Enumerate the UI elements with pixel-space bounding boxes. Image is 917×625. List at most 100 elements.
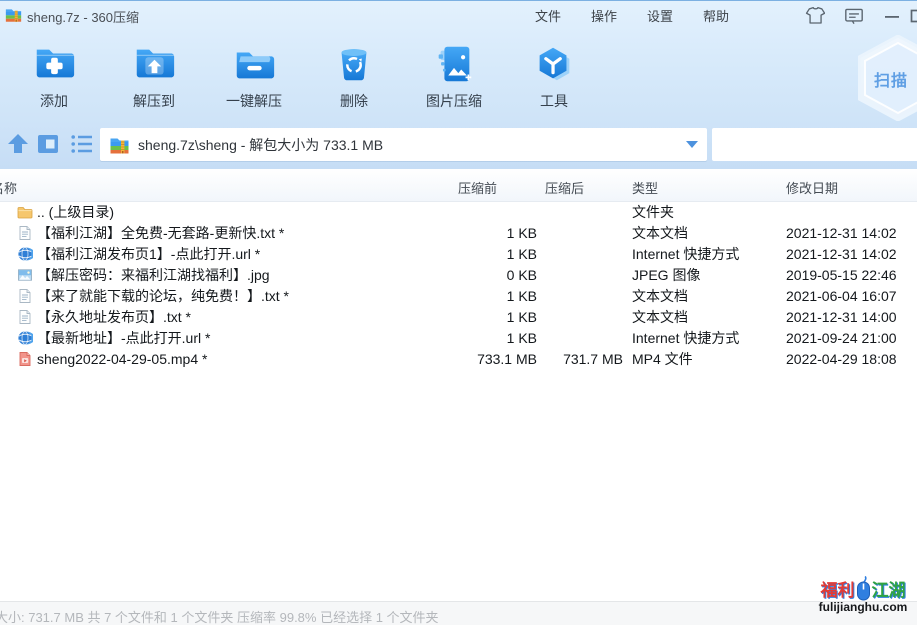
txt-file-icon: [17, 225, 33, 241]
file-type: 文本文档: [632, 307, 688, 328]
file-name[interactable]: 【来了就能下载的论坛，纯免费！】.txt *: [37, 286, 289, 307]
folder-file-icon: [17, 204, 33, 220]
file-name[interactable]: 【永久地址发布页】.txt *: [37, 307, 191, 328]
file-type: MP4 文件: [632, 349, 693, 370]
size-before: 1 KB: [420, 223, 537, 244]
table-row[interactable]: 【来了就能下载的论坛，纯免费！】.txt * 1 KB 文本文档 2021-06…: [0, 286, 917, 307]
add-button[interactable]: 添加: [4, 31, 104, 117]
window-chrome: sheng.7z - 360压缩 文件 操作 设置 帮助: [0, 1, 917, 169]
image-compress-icon: [431, 41, 477, 87]
toolbar-label: 图片压缩: [426, 91, 482, 111]
url-file-icon: [17, 246, 33, 262]
table-row[interactable]: 【最新地址】-点此打开.url * 1 KB Internet 快捷方式 202…: [0, 328, 917, 349]
txt-file-icon: [17, 288, 33, 304]
status-text: 大小: 731.7 MB 共 7 个文件和 1 个文件夹 压缩率 99.8% 已…: [0, 607, 439, 625]
file-date: 2022-04-29 18:08: [786, 349, 897, 370]
file-list: .. (上级目录) 文件夹 【福利江湖】全免费-无套路-更新快.txt * 1 …: [0, 202, 917, 601]
watermark-text-left: 福利: [821, 576, 855, 601]
mouse-icon: [856, 576, 871, 601]
column-header-type[interactable]: 类型: [632, 178, 658, 197]
table-row[interactable]: 【福利江湖发布页1】-点此打开.url * 1 KB Internet 快捷方式…: [0, 244, 917, 265]
extract-to-button[interactable]: 解压到: [104, 31, 204, 117]
file-type: 文本文档: [632, 286, 688, 307]
menu-actions[interactable]: 操作: [576, 6, 632, 25]
table-row[interactable]: 【解压密码：来福利江湖找福利】.jpg 0 KB JPEG 图像 2019-05…: [0, 265, 917, 286]
delete-trash-icon: [331, 41, 377, 87]
tools-button[interactable]: 工具: [504, 31, 604, 117]
file-date: 2021-06-04 16:07: [786, 286, 897, 307]
address-bar[interactable]: sheng.7z\sheng - 解包大小为 733.1 MB: [100, 128, 707, 161]
watermark-text-right: 江湖: [872, 576, 906, 601]
file-date: 2021-12-31 14:02: [786, 244, 897, 265]
extract-to-icon: [131, 41, 177, 87]
table-row[interactable]: 【永久地址发布页】.txt * 1 KB 文本文档 2021-12-31 14:…: [0, 307, 917, 328]
toolbar-label: 一键解压: [226, 91, 282, 111]
table-row[interactable]: .. (上级目录) 文件夹: [0, 202, 917, 223]
watermark-domain: fulijianghu.com: [813, 600, 913, 614]
file-type: 文件夹: [632, 202, 674, 223]
file-name[interactable]: 【最新地址】-点此打开.url *: [37, 328, 210, 349]
tools-icon: [531, 41, 577, 87]
toolbar-label: 工具: [540, 91, 568, 111]
toolbar-label: 解压到: [133, 91, 175, 111]
file-date: 2019-05-15 22:46: [786, 265, 897, 286]
toolbar-label: 删除: [340, 91, 368, 111]
minimize-icon[interactable]: [879, 6, 905, 26]
file-date: 2021-09-24 21:00: [786, 328, 897, 349]
column-header-size-before[interactable]: 压缩前: [458, 178, 497, 197]
size-after: 731.7 MB: [538, 349, 623, 370]
zip-archive-icon: [109, 135, 130, 155]
skin-tshirt-icon[interactable]: [801, 6, 827, 26]
file-name[interactable]: sheng2022-04-29-05.mp4 *: [37, 349, 207, 370]
file-name[interactable]: 【福利江湖】全免费-无套路-更新快.txt *: [37, 223, 284, 244]
scan-label: 扫描: [874, 67, 908, 91]
one-click-extract-icon: [231, 41, 277, 87]
size-before: 1 KB: [420, 328, 537, 349]
status-bar: 大小: 731.7 MB 共 7 个文件和 1 个文件夹 压缩率 99.8% 已…: [0, 601, 917, 625]
one-click-extract-button[interactable]: 一键解压: [204, 31, 304, 117]
table-row[interactable]: sheng2022-04-29-05.mp4 * 733.1 MB 731.7 …: [0, 349, 917, 370]
feedback-icon[interactable]: [841, 6, 867, 26]
url-file-icon: [17, 330, 33, 346]
search-box[interactable]: [712, 128, 917, 161]
address-path[interactable]: sheng.7z\sheng - 解包大小为 733.1 MB: [138, 135, 677, 155]
menu-settings[interactable]: 设置: [632, 6, 688, 25]
file-date: 2021-12-31 14:02: [786, 223, 897, 244]
file-date: 2021-12-31 14:00: [786, 307, 897, 328]
menu-file[interactable]: 文件: [520, 6, 576, 25]
file-type: 文本文档: [632, 223, 688, 244]
image-compress-button[interactable]: 图片压缩: [404, 31, 504, 117]
menu-help[interactable]: 帮助: [688, 6, 744, 25]
size-before: 1 KB: [420, 286, 537, 307]
file-type: JPEG 图像: [632, 265, 700, 286]
table-header: 名称 压缩前 压缩后 类型 修改日期: [0, 169, 917, 202]
view-panel-icon[interactable]: [36, 133, 60, 155]
file-name[interactable]: 【解压密码：来福利江湖找福利】.jpg: [37, 265, 270, 286]
list-view-icon[interactable]: [70, 133, 94, 155]
up-directory-icon[interactable]: [6, 133, 30, 155]
file-type: Internet 快捷方式: [632, 244, 739, 265]
table-row[interactable]: 【福利江湖】全免费-无套路-更新快.txt * 1 KB 文本文档 2021-1…: [0, 223, 917, 244]
txt-file-icon: [17, 309, 33, 325]
column-header-date[interactable]: 修改日期: [786, 178, 838, 197]
address-dropdown-button[interactable]: [677, 128, 707, 161]
file-type: Internet 快捷方式: [632, 328, 739, 349]
column-header-size-after[interactable]: 压缩后: [545, 178, 584, 197]
window-title: sheng.7z - 360压缩: [27, 7, 139, 26]
size-before: 733.1 MB: [420, 349, 537, 370]
delete-button[interactable]: 删除: [304, 31, 404, 117]
size-before: 1 KB: [420, 244, 537, 265]
mp4-file-icon: [17, 351, 33, 367]
address-row: sheng.7z\sheng - 解包大小为 733.1 MB: [0, 119, 917, 169]
column-header-name[interactable]: 名称: [0, 178, 17, 197]
watermark: 福利 江湖 fulijianghu.com: [813, 575, 913, 614]
archive-manager-window: sheng.7z - 360压缩 文件 操作 设置 帮助: [0, 0, 917, 625]
title-bar: sheng.7z - 360压缩 文件 操作 设置 帮助: [0, 1, 917, 29]
chevron-down-icon: [686, 141, 698, 148]
zip-archive-icon: [5, 6, 22, 23]
file-name[interactable]: .. (上级目录): [37, 202, 114, 223]
maximize-icon[interactable]: [905, 6, 917, 26]
file-name[interactable]: 【福利江湖发布页1】-点此打开.url *: [37, 244, 260, 265]
toolbar-label: 添加: [40, 91, 68, 111]
jpg-file-icon: [17, 267, 33, 283]
